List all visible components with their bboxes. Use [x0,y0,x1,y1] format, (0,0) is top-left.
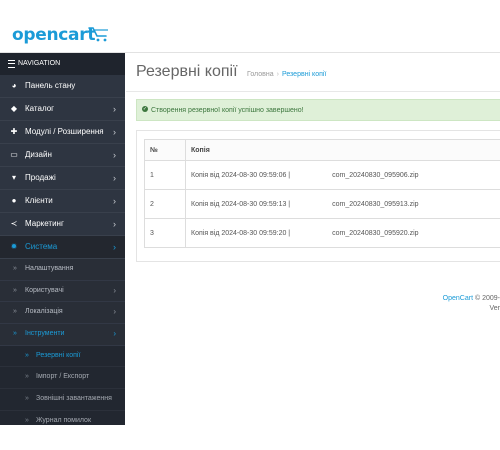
chevron-right-icon: › [113,150,116,160]
double-chevron-icon: » [13,286,17,294]
tools-submenu-item[interactable]: » Резервні копії [0,345,125,368]
submenu-item[interactable]: » Користувачі › [0,280,125,303]
backup-cell: Копія від 2024-08-30 09:59:13 | com_20240… [185,189,500,219]
top-header: opencart [0,0,500,53]
opencart-logo[interactable]: opencart [12,25,95,45]
chevron-right-icon: › [113,219,116,229]
sidebar-item-label: Клієнти [25,196,53,205]
sidebar: NAVIGATION ◕ Панель стану ◆ Каталог › ✚ Модулі… [0,53,125,433]
backup-cell: Копія від 2024-08-30 09:59:06 | com_20240… [185,160,500,190]
monitor-icon: ▭ [10,150,18,159]
breadcrumb-current[interactable]: Резервні копії [282,71,326,78]
sidebar-item-share[interactable]: ≺ Маркетинг › [0,213,125,236]
chevron-right-icon: › [113,285,116,295]
double-chevron-icon: » [25,395,29,403]
footer-version: Ver [489,305,500,312]
chevron-right-icon: › [113,196,116,206]
double-chevron-icon: » [25,373,29,381]
page-bottom [0,425,500,450]
alert-text: Створення резервної копії успішно заверш… [151,107,304,114]
share-icon: ≺ [10,219,18,228]
backup-filename-link[interactable]: com_20240830_095913.zip [332,201,418,208]
double-chevron-icon: » [25,351,29,359]
row-number: 3 [144,218,186,248]
sidebar-item-label: Панель стану [25,81,76,90]
user-icon: ● [11,196,17,205]
backup-filename-link[interactable]: com_20240830_095920.zip [332,230,418,237]
double-chevron-icon: » [13,330,17,338]
divider [126,91,500,92]
table-row: 3 Копія від 2024-08-30 09:59:20 | com_2024… [144,218,500,248]
gear-icon: ✹ [10,242,18,251]
cart-logo-icon [88,27,108,42]
page-title: Резервні копії [136,63,238,80]
breadcrumb-home[interactable]: Головна [247,71,274,78]
row-number: 1 [144,160,186,190]
backup-label: Копія від 2024-08-30 09:59:20 | [191,229,291,237]
breadcrumb: Головна › Резервні копії [247,71,326,78]
tools-submenu-item-label: Журнал помилок [36,416,92,424]
opencart-link[interactable]: OpenCart [443,295,473,302]
sidebar-item-shopping-cart[interactable]: ▾ Продажі › [0,167,125,190]
sidebar-item-label: Продажі [25,173,56,182]
submenu-item[interactable]: » Інструменти › [0,324,125,346]
chevron-right-icon: › [113,173,116,183]
chevron-right-icon: › [113,329,116,339]
nav-header-label: NAVIGATION [18,60,61,67]
table-header-row: № Копія [144,139,500,161]
double-chevron-icon: » [13,308,17,316]
column-header-number: № [144,139,186,161]
sidebar-item-label: Система [25,242,58,251]
tools-submenu-item-label: Імпорт / Експорт [36,373,90,381]
chevron-right-icon: › [113,127,116,137]
backups-panel: № Копія 1 Копія від 2024-08-30 09:59:06 |… [136,130,500,262]
table-row: 1 Копія від 2024-08-30 09:59:06 | com_2024… [144,160,500,190]
submenu-item[interactable]: » Локалізація › [0,302,125,325]
backup-filename-link[interactable]: com_20240830_095906.zip [332,172,418,179]
tools-submenu-item-label: Резервні копії [36,351,81,359]
sidebar-item-tag[interactable]: ◆ Каталог › [0,98,125,121]
tools-submenu-item[interactable]: » Зовнішні завантаження [0,389,125,411]
chevron-right-icon: › [113,307,116,317]
puzzle-icon: ✚ [10,127,18,136]
sidebar-item-user[interactable]: ● Клієнти › [0,190,125,213]
double-chevron-icon: » [13,265,17,272]
shopping-cart-icon: ▾ [11,173,16,182]
dashboard-icon: ◕ [11,81,17,90]
submenu-item-label: Інструменти [25,330,65,338]
submenu-item-label: Користувачі [25,286,64,294]
column-header-copy: Копія [185,139,500,161]
sidebar-item-label: Модулі / Розширення [25,127,104,136]
nav-header: NAVIGATION [0,53,125,75]
backup-cell: Копія від 2024-08-30 09:59:20 | com_20240… [185,218,500,248]
tools-submenu-item[interactable]: » Імпорт / Експорт [0,367,125,390]
tag-icon: ◆ [10,104,18,113]
submenu-item[interactable]: » Налаштування [0,259,125,281]
sidebar-item-dashboard[interactable]: ◕ Панель стану [0,75,125,98]
backups-table: № Копія 1 Копія від 2024-08-30 09:59:06 |… [144,139,500,248]
table-row: 2 Копія від 2024-08-30 09:59:13 | com_2024… [144,189,500,219]
submenu-item-label: Локалізація [25,308,63,316]
sidebar-item-monitor[interactable]: ▭ Дизайн › [0,144,125,167]
submenu-item-label: Налаштування [25,265,74,272]
check-circle-icon: ✓ [142,106,148,113]
sidebar-item-puzzle[interactable]: ✚ Модулі / Розширення › [0,121,125,144]
sidebar-item-label: Маркетинг [25,219,64,228]
breadcrumb-separator: › [276,71,279,78]
backup-label: Копія від 2024-08-30 09:59:06 | [191,171,291,179]
main-content: Резервні копії Головна › Резервні копії ✓ С… [126,53,500,425]
sidebar-item-label: Каталог [25,104,55,113]
row-number: 2 [144,189,186,219]
footer: OpenCart © 2009- Ver [420,294,500,314]
sidebar-item-label: Дизайн [25,150,52,159]
sidebar-item-gear[interactable]: ✹ Система › [0,236,125,259]
tools-submenu-item-label: Зовнішні завантаження [36,395,112,403]
chevron-right-icon: › [113,104,116,114]
success-alert: ✓ Створення резервної копії успішно завер… [136,99,500,121]
footer-copyright: © 2009- [474,295,500,302]
chevron-right-icon: › [113,242,116,252]
menu-icon [8,60,15,68]
backup-label: Копія від 2024-08-30 09:59:13 | [191,200,291,208]
